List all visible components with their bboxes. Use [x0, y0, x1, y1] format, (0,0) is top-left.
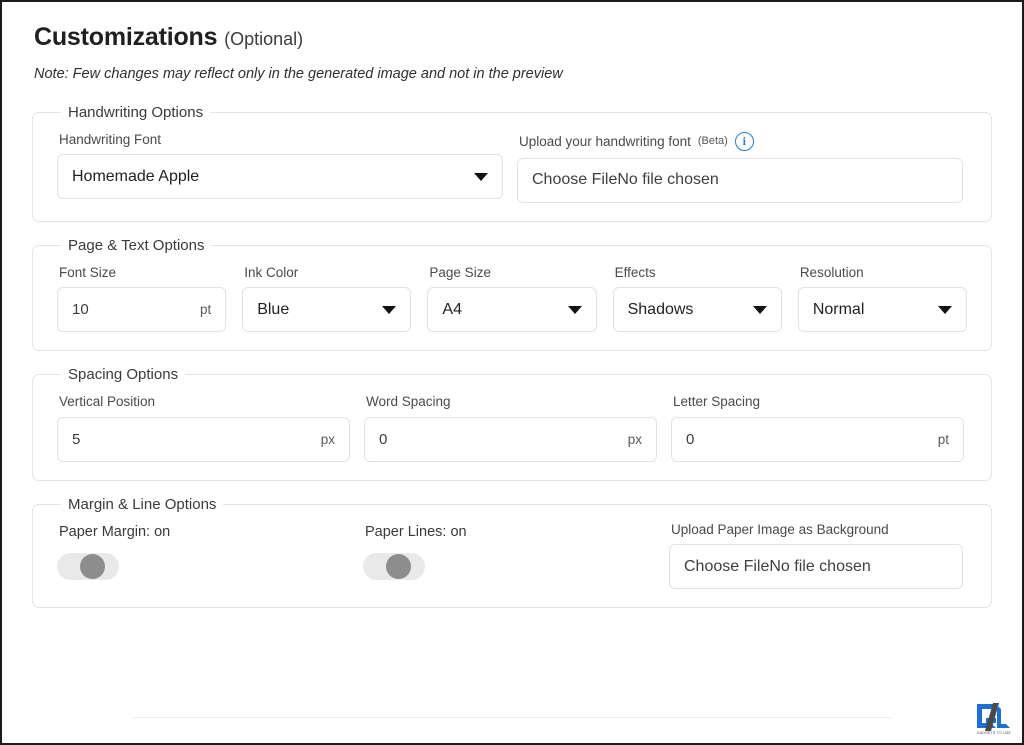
- letter-spacing-value: 0: [686, 430, 695, 448]
- letter-spacing-label: Letter Spacing: [673, 394, 761, 410]
- upload-handwriting-font-label: Upload your handwriting font (Beta) i: [519, 131, 963, 151]
- info-icon[interactable]: i: [734, 131, 754, 151]
- font-size-unit: pt: [199, 302, 212, 318]
- spacing-options-group: Spacing Options Vertical Position 5 px W…: [32, 367, 992, 481]
- chevron-down-icon: [752, 305, 767, 314]
- page-text-options-group: Page & Text Options Font Size 10 pt Ink …: [32, 236, 992, 352]
- page-title-optional: (Optional): [224, 29, 304, 49]
- font-size-value: 10: [72, 301, 89, 319]
- vertical-position-input[interactable]: 5 px: [57, 416, 350, 462]
- spacing-options-legend: Spacing Options: [68, 366, 179, 384]
- vertical-position-unit: px: [320, 431, 335, 447]
- upload-handwriting-font-field: Upload your handwriting font (Beta) i Ch…: [517, 124, 963, 203]
- margin-line-options-group: Margin & Line Options Paper Margin: on P…: [32, 495, 992, 609]
- resolution-label: Resolution: [799, 264, 864, 280]
- page-text-options-legend: Page & Text Options: [68, 236, 205, 254]
- font-size-input[interactable]: 10 pt: [57, 287, 227, 333]
- ink-color-select[interactable]: Blue: [242, 287, 412, 333]
- word-spacing-label: Word Spacing: [366, 394, 451, 410]
- resolution-select[interactable]: Normal: [797, 287, 968, 333]
- handwriting-font-field: Handwriting Font Homemade Apple: [57, 124, 503, 200]
- word-spacing-unit: px: [627, 431, 642, 447]
- vertical-position-label: Vertical Position: [59, 394, 156, 410]
- letter-spacing-unit: pt: [937, 431, 949, 447]
- chevron-down-icon: [938, 305, 953, 314]
- bottom-divider: [132, 717, 892, 718]
- letter-spacing-field: Letter Spacing 0 pt: [671, 386, 964, 462]
- letter-spacing-input[interactable]: 0 pt: [671, 416, 964, 462]
- handwriting-options-legend: Handwriting Options: [68, 103, 204, 121]
- chevron-down-icon: [382, 305, 397, 314]
- note-text: Note: Few changes may reflect only in th…: [34, 65, 563, 82]
- vertical-position-value: 5: [72, 430, 81, 448]
- paper-lines-toggle[interactable]: [363, 552, 425, 580]
- resolution-value: Normal: [812, 300, 865, 318]
- paper-lines-label: Paper Lines: on: [365, 523, 467, 540]
- font-size-field: Font Size 10 pt: [57, 257, 227, 333]
- paper-margin-label: Paper Margin: on: [59, 523, 171, 540]
- handwriting-font-file-value: Choose FileNo file chosen: [532, 171, 719, 189]
- toggle-knob: [386, 553, 411, 579]
- paper-image-file-value: Choose FileNo file chosen: [684, 557, 871, 575]
- handwriting-font-select[interactable]: Homemade Apple: [57, 154, 503, 200]
- handwriting-font-label: Handwriting Font: [59, 131, 162, 147]
- chevron-down-icon: [567, 305, 582, 314]
- handwriting-options-group: Handwriting Options Handwriting Font Hom…: [32, 103, 992, 222]
- word-spacing-field: Word Spacing 0 px: [364, 386, 657, 462]
- word-spacing-input[interactable]: 0 px: [364, 416, 657, 462]
- upload-paper-image-label: Upload Paper Image as Background: [671, 521, 889, 537]
- paper-margin-toggle[interactable]: [57, 552, 119, 580]
- page-size-select[interactable]: A4: [427, 287, 597, 333]
- effects-select[interactable]: Shadows: [612, 287, 782, 333]
- handwriting-font-value: Homemade Apple: [72, 167, 200, 185]
- watermark-text: GADGETS TO USE: [976, 730, 1012, 735]
- page-size-label: Page Size: [429, 264, 491, 280]
- effects-field: Effects Shadows: [612, 257, 782, 333]
- vertical-position-field: Vertical Position 5 px: [57, 386, 350, 462]
- page-size-field: Page Size A4: [427, 257, 597, 333]
- beta-tag: (Beta): [697, 135, 728, 148]
- ink-color-label: Ink Color: [244, 264, 299, 280]
- toggle-knob: [80, 553, 105, 579]
- effects-value: Shadows: [627, 300, 694, 318]
- upload-handwriting-font-label-text: Upload your handwriting font: [519, 133, 691, 149]
- paper-margin-field: Paper Margin: on: [57, 516, 363, 580]
- paper-image-file-input[interactable]: Choose FileNo file chosen: [669, 544, 963, 590]
- margin-line-options-legend: Margin & Line Options: [68, 495, 217, 513]
- page-title-text: Customizations: [34, 23, 218, 51]
- resolution-field: Resolution Normal: [797, 257, 968, 333]
- ink-color-value: Blue: [257, 300, 290, 318]
- watermark-logo: GADGETS TO USE: [974, 699, 1014, 739]
- paper-lines-field: Paper Lines: on: [363, 516, 669, 580]
- page-title: Customizations (Optional): [34, 23, 992, 52]
- effects-label: Effects: [614, 264, 656, 280]
- chevron-down-icon: [474, 172, 488, 181]
- upload-paper-image-field: Upload Paper Image as Background Choose …: [669, 516, 963, 590]
- customizations-page: Customizations (Optional) Note: Few chan…: [2, 2, 1022, 743]
- word-spacing-value: 0: [379, 430, 388, 448]
- page-size-value: A4: [442, 300, 462, 318]
- handwriting-font-file-input[interactable]: Choose FileNo file chosen: [517, 157, 963, 203]
- ink-color-field: Ink Color Blue: [242, 257, 412, 333]
- gadgets-to-use-logo-icon: [977, 702, 1011, 731]
- font-size-label: Font Size: [59, 264, 117, 280]
- logo-u-shape: [997, 704, 1010, 728]
